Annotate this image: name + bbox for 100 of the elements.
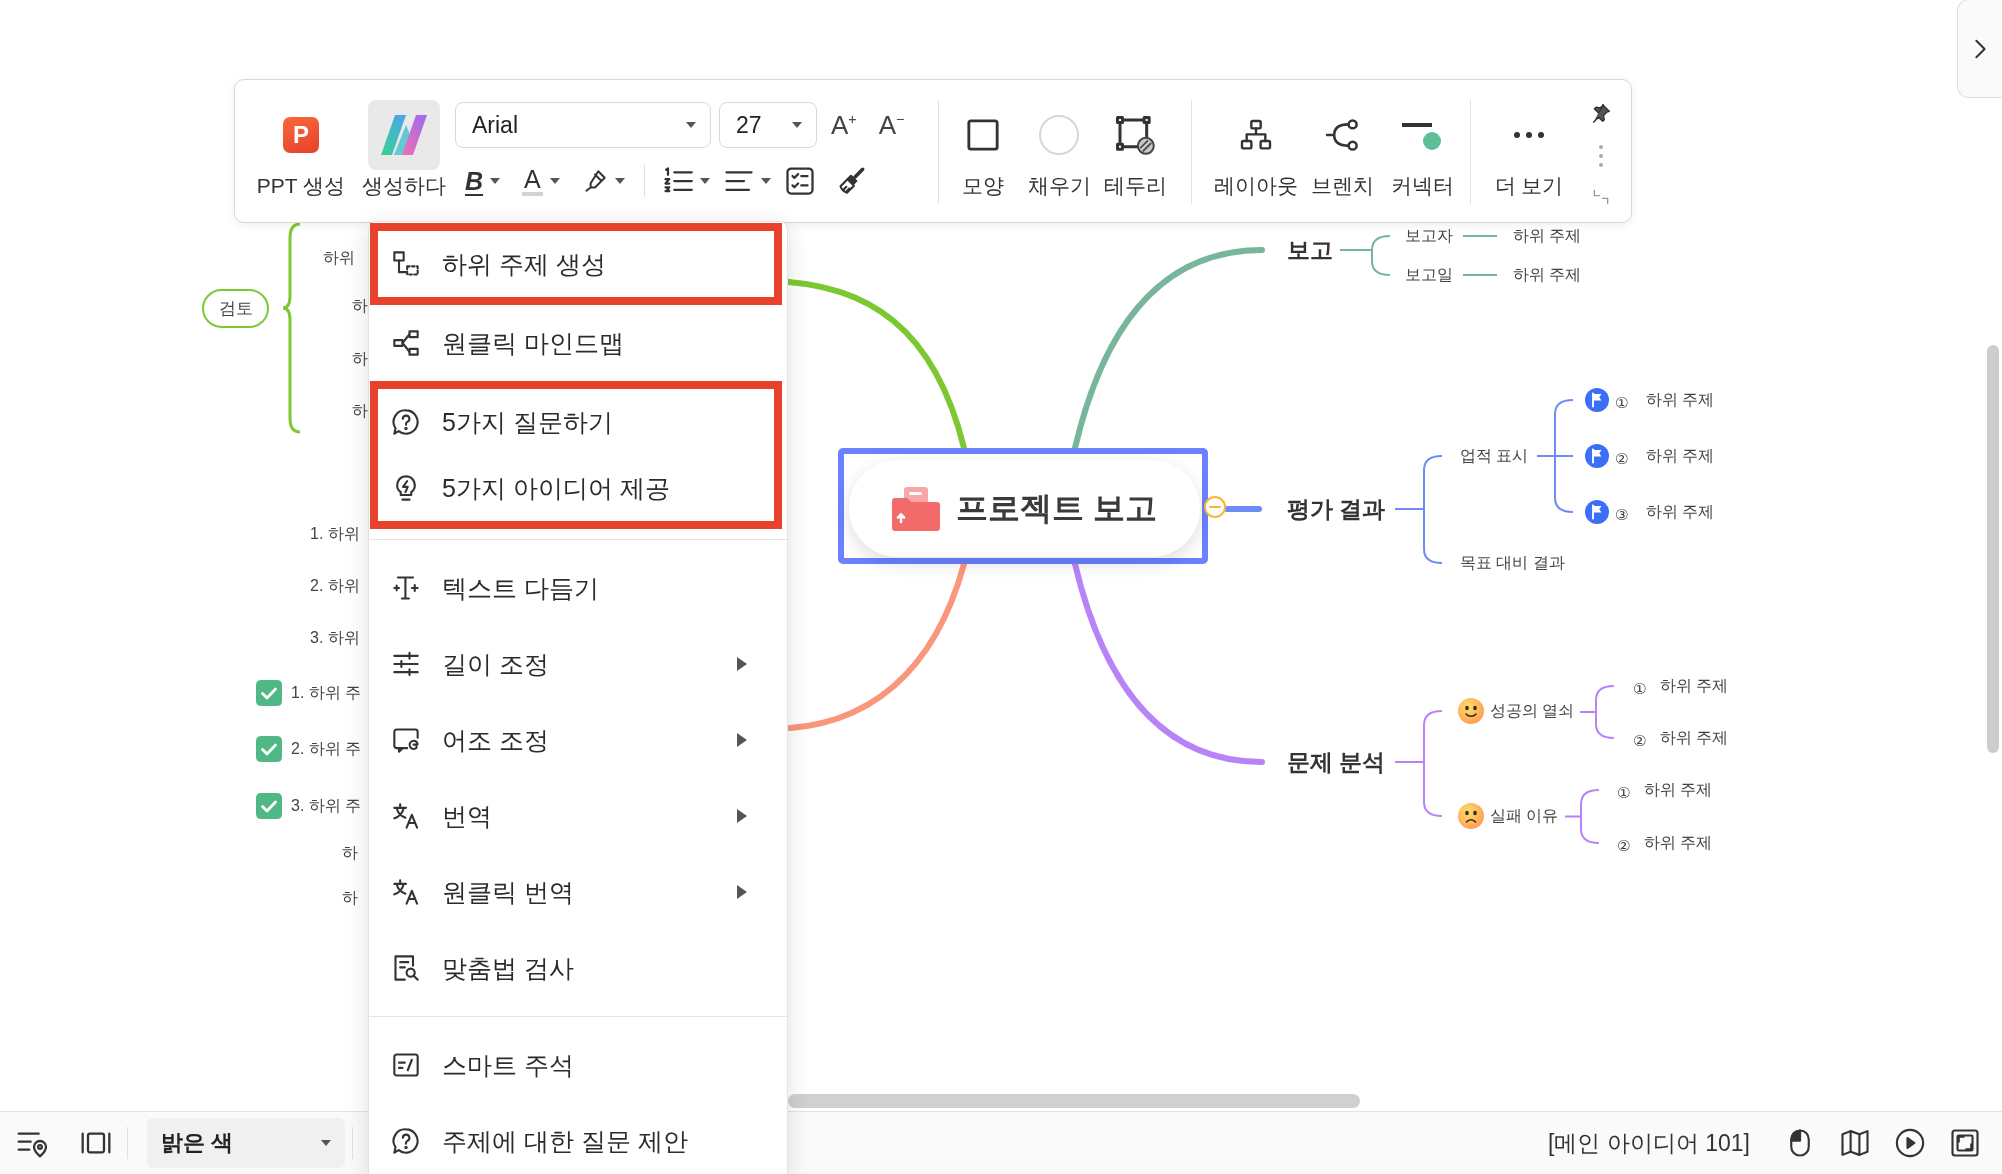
layout-button[interactable]: 레이아웃 — [1212, 80, 1300, 220]
minus-circle-icon[interactable] — [1204, 496, 1226, 518]
translate-icon — [392, 878, 420, 906]
subtopic-label[interactable]: 하위 주제 — [1513, 226, 1582, 246]
menu-item[interactable]: 원클릭 마인드맵 — [369, 305, 787, 381]
menu-item[interactable]: 번역 — [369, 778, 787, 854]
decrease-font-size-button[interactable]: A$^{−}$ — [878, 110, 905, 140]
connector-button[interactable]: 커넥터 — [1384, 80, 1460, 220]
subtopic-label[interactable]: 하위 주제 — [1646, 390, 1715, 410]
border-frame-icon — [1115, 115, 1155, 155]
menu-item[interactable]: 5가지 질문하기 — [378, 389, 774, 455]
central-topic[interactable]: 프로젝트 보고 — [849, 460, 1200, 557]
menu-item[interactable]: 주제에 대한 질문 제안 — [369, 1103, 787, 1174]
vertical-scrollbar[interactable] — [1987, 345, 1999, 753]
branch-icon — [1325, 118, 1359, 152]
subtopic-label[interactable]: 1. 하위 — [310, 524, 360, 544]
menu-item[interactable]: 텍스트 다듬기 — [369, 550, 787, 626]
menu-item[interactable]: 맞춤법 검사 — [369, 930, 787, 1006]
circle-icon — [1039, 115, 1079, 155]
branch-button[interactable]: 브렌치 — [1304, 80, 1380, 220]
font-family-select[interactable]: Arial — [455, 102, 711, 148]
menu-item[interactable]: 하위 주제 생성 — [378, 231, 774, 297]
subtopic-label[interactable]: 하 — [352, 401, 368, 421]
checkbox[interactable] — [256, 793, 282, 819]
topic-label[interactable]: 평가 결과 — [1287, 494, 1386, 524]
fill-button[interactable]: 채우기 — [1023, 80, 1095, 220]
caret-down-icon[interactable] — [686, 122, 696, 128]
bracket-line — [1339, 235, 1391, 276]
font-size-select[interactable]: 27 — [719, 102, 817, 148]
central-topic-label[interactable]: 프로젝트 보고 — [956, 486, 1157, 531]
subtopic-label[interactable]: 성공의 열쇠 — [1490, 701, 1575, 721]
drag-handle-icon[interactable] — [1599, 145, 1603, 167]
ai-logo-icon — [381, 115, 427, 155]
question-bubble-icon — [392, 408, 420, 436]
smiley-icon — [1458, 698, 1484, 724]
subtopic-label[interactable]: 3. 하위 — [310, 628, 360, 648]
border-button[interactable]: 테두리 — [1099, 80, 1171, 220]
generate-button[interactable]: 생성하다 — [361, 80, 447, 220]
caret-down-icon[interactable] — [490, 178, 501, 184]
topic-label[interactable]: 보고 — [1287, 235, 1333, 265]
theme-select[interactable]: 밝은 색 — [147, 1118, 345, 1168]
subtopic-label[interactable]: 하위 주제 — [1513, 265, 1582, 285]
caret-down-icon[interactable] — [614, 178, 625, 184]
pin-icon[interactable] — [1591, 103, 1611, 123]
subtopic-label[interactable]: 실패 이유 — [1490, 806, 1559, 826]
subtopic-label[interactable]: 하 — [342, 843, 358, 863]
number-marker: ③ — [1615, 505, 1629, 525]
horizontal-scrollbar[interactable] — [788, 1094, 1360, 1108]
subtopic-label[interactable]: 하위 주제 — [1660, 728, 1729, 748]
subtopic-label[interactable]: 보고일 — [1405, 265, 1453, 285]
checkbox[interactable] — [256, 680, 282, 706]
task-label[interactable]: 2. 하위 주 — [291, 739, 362, 759]
font-color-button[interactable]: A — [522, 160, 560, 202]
sliders-icon — [392, 650, 420, 678]
map-icon[interactable] — [1840, 1128, 1870, 1158]
translate-icon — [392, 802, 420, 830]
subtopic-label[interactable]: 하 — [352, 349, 368, 369]
subtopic-label[interactable]: 하 — [352, 296, 368, 316]
play-icon[interactable] — [1895, 1128, 1925, 1158]
subtopic-label[interactable]: 하위 주제 — [1646, 502, 1715, 522]
topic-node[interactable]: 검토 — [202, 289, 269, 328]
caret-down-icon[interactable] — [549, 178, 560, 184]
subtopic-label[interactable]: 하위 — [323, 248, 355, 268]
task-label[interactable]: 3. 하위 주 — [291, 796, 362, 816]
subtopic-label[interactable]: 하위 주제 — [1644, 780, 1713, 800]
subtopic-label[interactable]: 업적 표시 — [1460, 446, 1529, 466]
number-marker: ② — [1615, 449, 1629, 469]
subtopic-label[interactable]: 보고자 — [1405, 226, 1453, 246]
note-icon — [392, 1051, 420, 1079]
subtopic-label[interactable]: 하위 주제 — [1646, 446, 1715, 466]
hierarchy-icon — [1240, 119, 1272, 151]
menu-item[interactable]: 길이 조정 — [369, 626, 787, 702]
checklist-icon — [784, 166, 815, 196]
subtopic-label[interactable]: 목표 대비 결과 — [1460, 553, 1565, 573]
increase-font-size-button[interactable]: A$^{+}$ — [831, 110, 857, 140]
task-label[interactable]: 1. 하위 주 — [291, 683, 362, 703]
checkbox[interactable] — [256, 736, 282, 762]
caret-down-icon[interactable] — [760, 178, 771, 184]
menu-item[interactable]: 5가지 아이디어 제공 — [378, 455, 774, 521]
subtopic-label[interactable]: 하위 주제 — [1644, 833, 1713, 853]
subtopic-label[interactable]: 하위 주제 — [1660, 676, 1729, 696]
caret-down-icon[interactable] — [792, 122, 802, 128]
connector-line — [1462, 274, 1498, 276]
topic-label[interactable]: 문제 분석 — [1287, 747, 1386, 777]
caret-down-icon[interactable] — [321, 1140, 331, 1146]
menu-item[interactable]: 스마트 주석 — [369, 1027, 787, 1103]
more-button[interactable]: 더 보기 — [1491, 80, 1567, 220]
question-bubble-icon — [392, 1127, 420, 1155]
panel-toggle-button[interactable] — [1957, 0, 2002, 98]
corner-marks-icon[interactable] — [1593, 189, 1609, 205]
subtopic-label[interactable]: 2. 하위 — [310, 576, 360, 596]
bold-button[interactable]: B — [465, 160, 501, 202]
ppt-button[interactable]: P PPT 생성 — [255, 80, 347, 220]
subtopic-label[interactable]: 하 — [342, 888, 358, 908]
fit-screen-icon[interactable] — [1950, 1128, 1980, 1158]
shape-button[interactable]: 모양 — [947, 80, 1019, 220]
caret-down-icon[interactable] — [699, 178, 710, 184]
number-marker: ② — [1633, 731, 1647, 751]
menu-item[interactable]: 어조 조정 — [369, 702, 787, 778]
menu-item[interactable]: 원클릭 번역 — [369, 854, 787, 930]
